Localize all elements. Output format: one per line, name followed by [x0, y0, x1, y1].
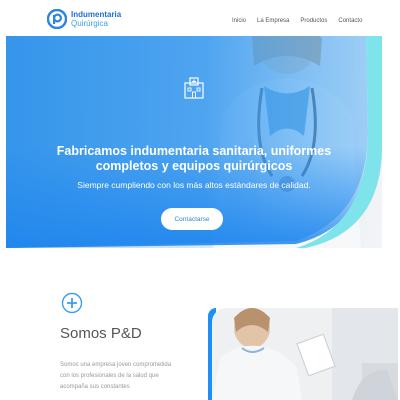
nav-la-empresa[interactable]: La Empresa: [257, 18, 289, 24]
nav-productos[interactable]: Productos: [300, 18, 327, 24]
hospital-icon: [184, 77, 204, 99]
brand-line-2: Quirúrgica: [71, 19, 108, 28]
site-header: Indumentaria Quirúrgica Inicio La Empres…: [0, 0, 400, 36]
brand-name: Indumentaria Quirúrgica: [71, 10, 121, 28]
brand-line-1: Indumentaria: [71, 10, 122, 19]
section-text: Somos una empresa joven comprometida con…: [60, 362, 172, 390]
nav-inicio[interactable]: Inicio: [232, 18, 246, 24]
hero-subtitle: Siempre cumpliendo con los más altos est…: [77, 180, 311, 190]
main-nav: Inicio La Empresa Productos Contacto: [232, 18, 362, 24]
hero-title: Fabricamos indumentaria sanitaria, unifo…: [56, 144, 332, 173]
doctor-patient-photo: [212, 308, 398, 400]
nav-contacto[interactable]: Contacto: [338, 18, 362, 24]
contact-button[interactable]: Contactarse: [161, 208, 223, 230]
plus-circle-icon: [61, 292, 83, 314]
logo-icon: [47, 9, 67, 29]
brand-logo[interactable]: Indumentaria Quirúrgica: [47, 9, 121, 29]
section-title: Somos P&D: [60, 325, 142, 342]
hero-banner: Fabricamos indumentaria sanitaria, unifo…: [6, 36, 382, 248]
